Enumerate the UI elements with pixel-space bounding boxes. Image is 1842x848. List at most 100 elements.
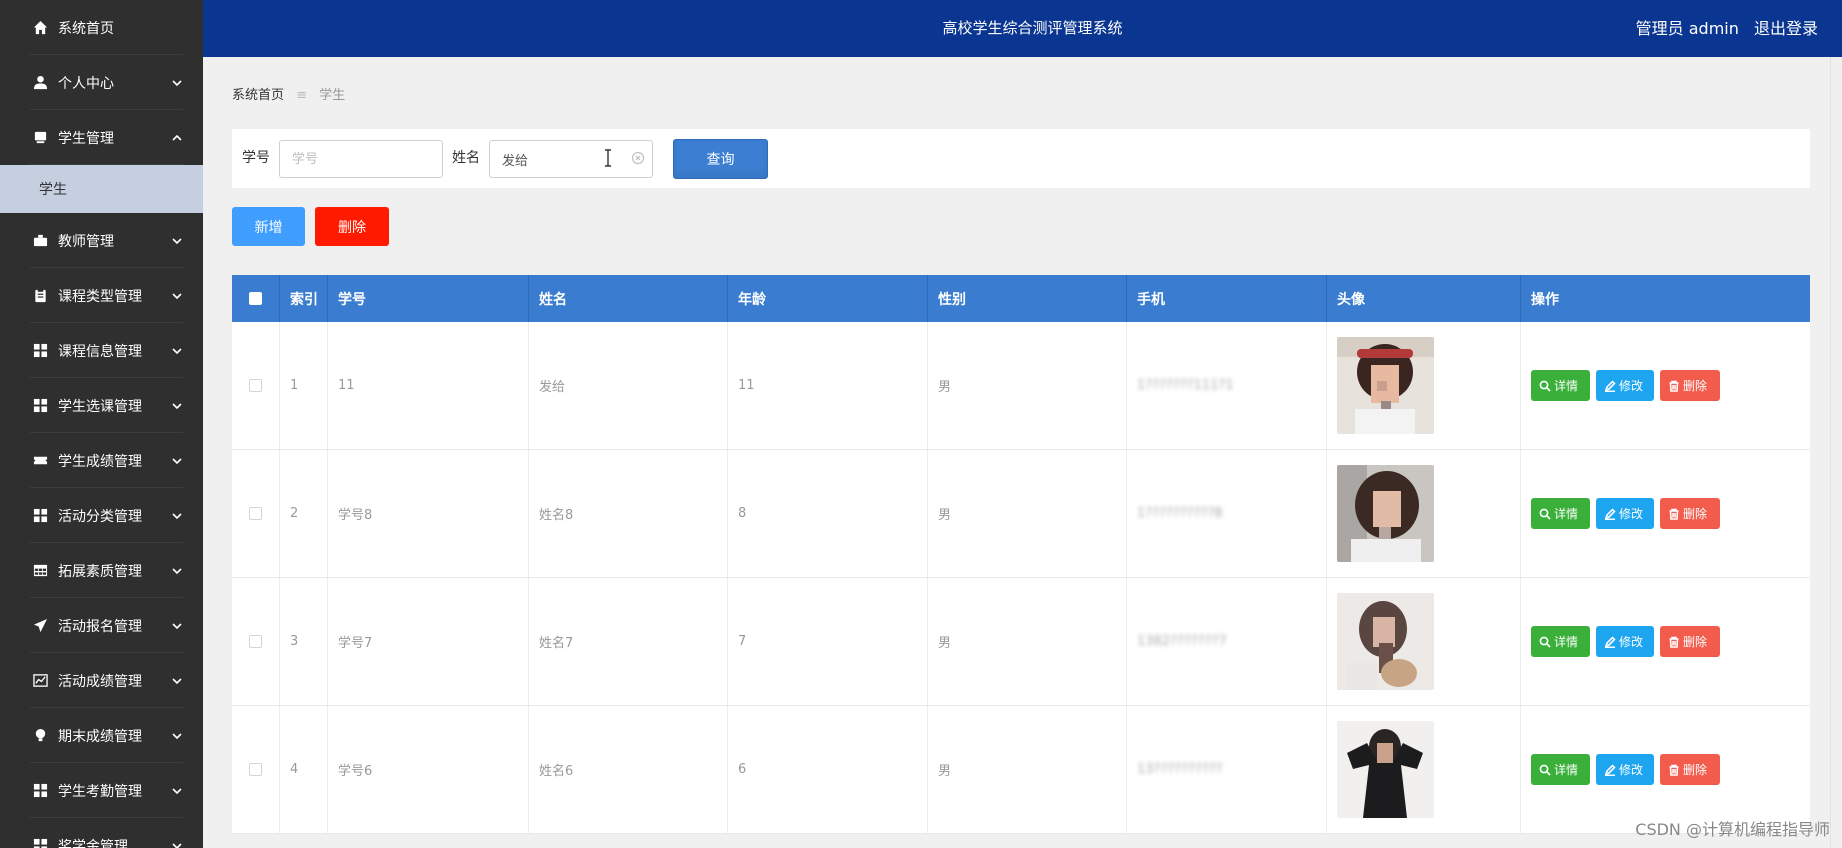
sidebar-item-teachers[interactable]: 教师管理 xyxy=(0,213,203,268)
student-no-input[interactable] xyxy=(279,140,443,178)
sidebar-item-final-scores[interactable]: 期末成绩管理 xyxy=(0,708,203,763)
sidebar-item-activity-signup[interactable]: 活动报名管理 xyxy=(0,598,203,653)
breadcrumb-home[interactable]: 系统首页 xyxy=(232,88,284,103)
chevron-down-icon xyxy=(171,620,183,632)
avatar[interactable] xyxy=(1337,721,1434,818)
logout-link[interactable]: 退出登录 xyxy=(1754,19,1818,38)
delete-button[interactable]: 删除 xyxy=(1660,626,1720,657)
column-header-student-no: 学号 xyxy=(328,275,529,322)
column-header-avatar: 头像 xyxy=(1327,275,1521,322)
cell-name: 发给 xyxy=(529,322,728,449)
sidebar-item-attendance[interactable]: 学生考勤管理 xyxy=(0,763,203,818)
add-button[interactable]: 新增 xyxy=(232,207,305,246)
detail-button[interactable]: 详情 xyxy=(1531,754,1590,785)
cell-avatar xyxy=(1327,578,1521,705)
cell-index: 4 xyxy=(280,706,328,833)
batch-delete-button[interactable]: 删除 xyxy=(315,207,389,246)
select-all-checkbox[interactable] xyxy=(249,292,262,305)
chevron-down-icon xyxy=(171,455,183,467)
table-row: 2 学号8 姓名8 8 男 1??????????8 详情 修改 删除 xyxy=(232,450,1810,578)
pencil-icon xyxy=(1604,763,1616,776)
column-header-index: 索引 xyxy=(280,275,328,322)
query-button[interactable]: 查询 xyxy=(673,139,768,179)
trash-icon xyxy=(1669,508,1679,520)
cell-operations: 详情 修改 删除 xyxy=(1521,578,1810,705)
avatar[interactable] xyxy=(1337,593,1434,690)
sidebar-item-label: 活动成绩管理 xyxy=(58,673,142,690)
avatar[interactable] xyxy=(1337,337,1434,434)
avatar[interactable] xyxy=(1337,465,1434,562)
sidebar-item-label: 系统首页 xyxy=(58,20,114,37)
breadcrumb-separator: ≡ xyxy=(296,88,308,103)
trash-icon xyxy=(1669,636,1679,648)
edit-button[interactable]: 修改 xyxy=(1596,754,1654,785)
phone-value: 13?????????? xyxy=(1137,762,1223,777)
detail-button[interactable]: 详情 xyxy=(1531,626,1590,657)
column-header-operations: 操作 xyxy=(1531,291,1559,308)
sidebar-item-activity-scores[interactable]: 活动成绩管理 xyxy=(0,653,203,708)
sidebar-item-profile[interactable]: 个人中心 xyxy=(0,55,203,110)
sidebar-item-label: 学生成绩管理 xyxy=(58,453,142,470)
sidebar-item-extended-quality[interactable]: 拓展素质管理 xyxy=(0,543,203,598)
cell-age: 7 xyxy=(728,578,928,705)
sidebar-item-label: 课程信息管理 xyxy=(58,343,142,360)
cell-age: 8 xyxy=(728,450,928,577)
search-icon xyxy=(1539,380,1551,392)
sidebar: 系统首页 个人中心 学生管理 学生 教师管理 课程类型管理 课程信息管理 学生选… xyxy=(0,0,203,848)
breadcrumb: 系统首页 ≡ 学生 xyxy=(232,84,345,103)
edit-button[interactable]: 修改 xyxy=(1596,370,1654,401)
chevron-down-icon xyxy=(171,345,183,357)
row-select-cell xyxy=(232,450,280,577)
cell-name: 姓名8 xyxy=(529,450,728,577)
clear-input-icon[interactable] xyxy=(631,151,645,165)
delete-button[interactable]: 删除 xyxy=(1660,498,1720,529)
sidebar-item-home[interactable]: 系统首页 xyxy=(0,0,203,55)
table-row: 1 11 发给 11 男 1???????111?1 详情 修改 删除 xyxy=(232,322,1810,450)
sidebar-item-course-types[interactable]: 课程类型管理 xyxy=(0,268,203,323)
row-select-cell xyxy=(232,706,280,833)
chevron-down-icon xyxy=(171,675,183,687)
name-input[interactable] xyxy=(489,140,653,178)
cell-operations: 详情 修改 删除 xyxy=(1521,706,1810,833)
sidebar-item-students[interactable]: 学生管理 xyxy=(0,110,203,165)
chevron-down-icon xyxy=(171,77,183,89)
delete-button[interactable]: 删除 xyxy=(1660,754,1720,785)
clipboard-icon xyxy=(30,288,50,304)
delete-label: 删除 xyxy=(1683,507,1708,521)
delete-label: 删除 xyxy=(1683,635,1708,649)
sidebar-item-course-info[interactable]: 课程信息管理 xyxy=(0,323,203,378)
row-select-cell xyxy=(232,322,280,449)
row-checkbox[interactable] xyxy=(249,635,262,648)
edit-label: 修改 xyxy=(1619,379,1644,393)
cell-age: 11 xyxy=(728,322,928,449)
sidebar-item-scholarship[interactable]: 奖学金管理 xyxy=(0,818,203,848)
delete-button[interactable]: 删除 xyxy=(1660,370,1720,401)
cell-index: 2 xyxy=(280,450,328,577)
column-header-age: 年龄 xyxy=(728,275,928,322)
cell-operations: 详情 修改 删除 xyxy=(1521,322,1810,449)
sidebar-item-activity-categories[interactable]: 活动分类管理 xyxy=(0,488,203,543)
pencil-icon xyxy=(1604,635,1616,648)
edit-label: 修改 xyxy=(1619,635,1644,649)
sidebar-item-student-scores[interactable]: 学生成绩管理 xyxy=(0,433,203,488)
cell-name: 姓名7 xyxy=(529,578,728,705)
column-header-phone: 手机 xyxy=(1127,275,1327,322)
vertical-scrollbar[interactable] xyxy=(1830,57,1842,848)
cell-phone: 1??????????8 xyxy=(1127,450,1327,577)
sidebar-item-course-selection[interactable]: 学生选课管理 xyxy=(0,378,203,433)
text-cursor-icon xyxy=(605,149,611,167)
chevron-down-icon xyxy=(171,840,183,848)
folder-icon xyxy=(30,130,50,146)
chevron-down-icon xyxy=(171,510,183,522)
sidebar-subitem-student[interactable]: 学生 xyxy=(0,165,203,213)
row-checkbox[interactable] xyxy=(249,507,262,520)
row-checkbox[interactable] xyxy=(249,379,262,392)
detail-button[interactable]: 详情 xyxy=(1531,498,1590,529)
name-label: 姓名 xyxy=(452,150,480,166)
detail-label: 详情 xyxy=(1554,379,1579,393)
table-header: 索引 学号 姓名 年龄 性别 手机 头像 操作 xyxy=(232,275,1810,322)
detail-button[interactable]: 详情 xyxy=(1531,370,1590,401)
edit-button[interactable]: 修改 xyxy=(1596,626,1654,657)
edit-button[interactable]: 修改 xyxy=(1596,498,1654,529)
row-checkbox[interactable] xyxy=(249,763,262,776)
